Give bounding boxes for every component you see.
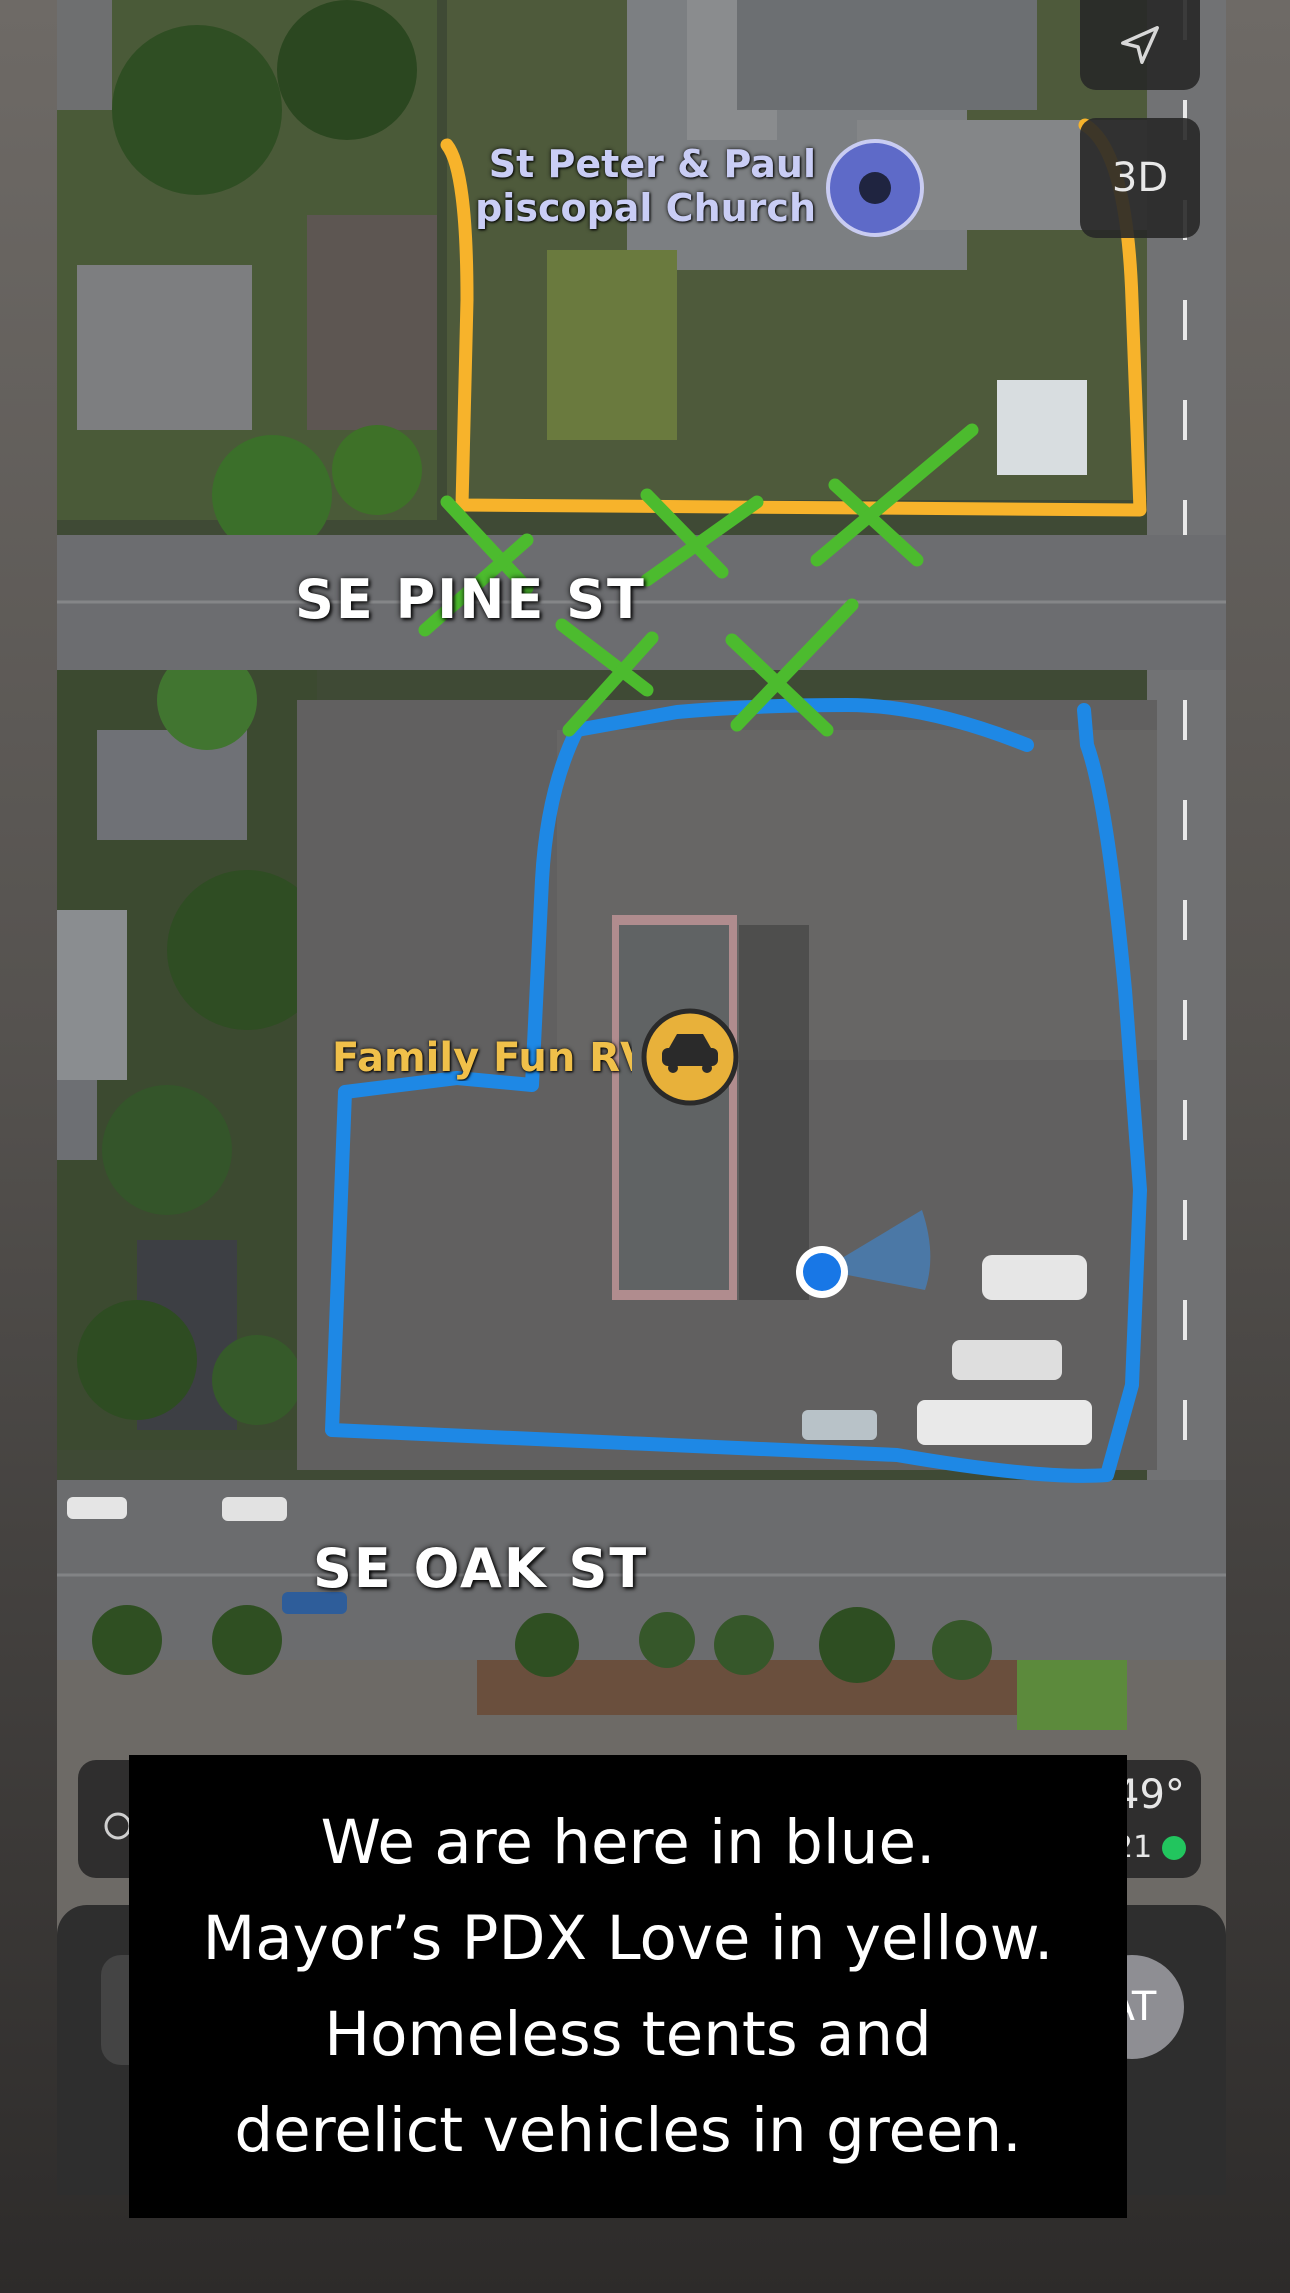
street-label-oak: SE OAK ST bbox=[313, 1537, 649, 1600]
rv-vehicle bbox=[982, 1255, 1087, 1300]
caption-line-2: Mayor’s PDX Love in yellow. bbox=[202, 1902, 1054, 1974]
rv-label[interactable]: Family Fun RV bbox=[332, 1035, 632, 1081]
church-label[interactable]: St Peter & Paul piscopal Church bbox=[475, 142, 816, 230]
aqi-status-dot bbox=[1162, 1836, 1186, 1860]
house-roof bbox=[77, 265, 252, 430]
location-arrow-icon bbox=[1121, 26, 1159, 64]
view-3d-button[interactable]: 3D bbox=[1080, 118, 1200, 238]
street-label-pine: SE PINE ST bbox=[295, 568, 646, 631]
church-label-line1: St Peter & Paul bbox=[488, 142, 816, 186]
caption-box: We are here in blue. Mayor’s PDX Love in… bbox=[129, 1755, 1127, 2218]
locate-button[interactable] bbox=[1080, 0, 1200, 90]
view-3d-label: 3D bbox=[1111, 155, 1169, 201]
caption-line-3: Homeless tents and bbox=[324, 1998, 932, 2070]
building-roof bbox=[619, 925, 729, 1290]
church-label-line2: piscopal Church bbox=[475, 186, 816, 230]
caption-line-1: We are here in blue. bbox=[320, 1806, 936, 1878]
caption-line-4: derelict vehicles in green. bbox=[234, 2094, 1022, 2166]
